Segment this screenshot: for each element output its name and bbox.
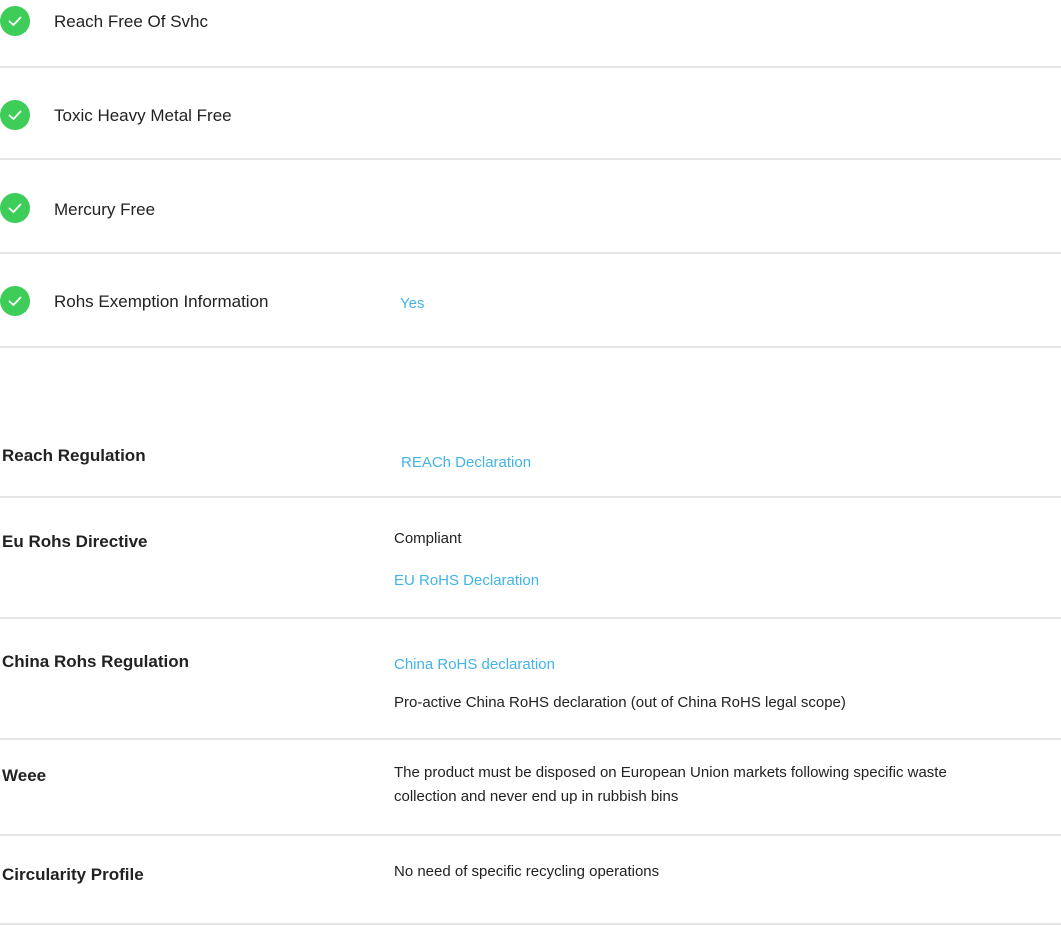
checklist-label: Toxic Heavy Metal Free: [54, 106, 232, 125]
weee-text-line-1: The product must be disposed on European…: [394, 764, 947, 781]
environmental-compliance-panel: Reach Free Of Svhc Toxic Heavy Metal Fre…: [0, 0, 1061, 925]
regulation-row-reach: Reach Regulation REACh Declaration: [0, 420, 1061, 498]
checklist-row-reach-free: Reach Free Of Svhc: [0, 0, 1061, 68]
check-circle-icon: [0, 286, 30, 316]
regulation-label: Eu Rohs Directive: [2, 532, 148, 551]
eu-rohs-declaration-link[interactable]: EU RoHS Declaration: [394, 572, 539, 589]
check-circle-icon: [0, 6, 30, 36]
checklist-row-rohs-exemption: Rohs Exemption Information Yes: [0, 256, 1061, 348]
check-circle-icon: [0, 193, 30, 223]
checklist-label: Reach Free Of Svhc: [54, 12, 209, 31]
weee-text-line-2: collection and never end up in rubbish b…: [394, 788, 679, 805]
circularity-text: No need of specific recycling operations: [394, 863, 660, 880]
eu-rohs-status: Compliant: [394, 530, 462, 547]
regulation-row-weee: Weee The product must be disposed on Eur…: [0, 740, 1061, 836]
checklist-label: Rohs Exemption Information: [54, 292, 269, 311]
checklist-row-mercury-free: Mercury Free: [0, 162, 1061, 254]
checklist-row-toxic-heavy-metal-free: Toxic Heavy Metal Free: [0, 68, 1061, 160]
check-circle-icon: [0, 100, 30, 130]
china-rohs-note: Pro-active China RoHS declaration (out o…: [394, 694, 846, 711]
regulation-label: Reach Regulation: [2, 446, 146, 465]
rohs-exemption-yes-link[interactable]: Yes: [400, 295, 424, 312]
regulation-label: Weee: [2, 766, 47, 785]
regulation-row-china-rohs: China Rohs Regulation China RoHS declara…: [0, 619, 1061, 740]
regulation-row-eu-rohs: Eu Rohs Directive Compliant EU RoHS Decl…: [0, 498, 1061, 619]
china-rohs-declaration-link[interactable]: China RoHS declaration: [394, 656, 555, 673]
regulation-label: Circularity Profile: [2, 865, 144, 884]
regulation-row-circularity: Circularity Profile No need of specific …: [0, 836, 1061, 925]
regulation-label: China Rohs Regulation: [2, 652, 189, 671]
reach-declaration-link[interactable]: REACh Declaration: [401, 454, 531, 471]
checklist-label: Mercury Free: [54, 200, 156, 219]
